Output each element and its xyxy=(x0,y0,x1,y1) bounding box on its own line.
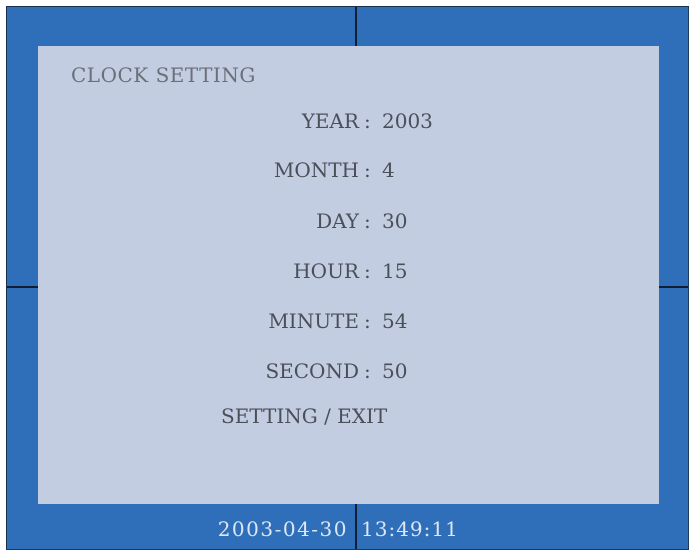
menu-row-second[interactable]: SECOND : 50 xyxy=(38,359,659,389)
menu-row-minute[interactable]: MINUTE : 54 xyxy=(38,309,659,339)
field-label-year: YEAR xyxy=(301,109,359,133)
field-label-minute: MINUTE xyxy=(268,309,359,333)
status-bar: 2003-04-30 13:49:11 xyxy=(7,517,688,547)
field-value-day[interactable]: 30 xyxy=(382,209,407,233)
field-separator: : xyxy=(364,259,371,283)
field-label-hour: HOUR xyxy=(293,259,359,283)
field-separator: : xyxy=(364,158,371,182)
field-value-second[interactable]: 50 xyxy=(382,359,407,383)
field-separator: : xyxy=(364,209,371,233)
menu-row-month[interactable]: MONTH : 4 xyxy=(38,158,659,188)
menu-title: CLOCK SETTING xyxy=(71,63,256,87)
clock-setting-menu: CLOCK SETTING YEAR : 2003 MONTH : 4 DAY … xyxy=(38,46,659,504)
field-separator: : xyxy=(364,359,371,383)
menu-row-hour[interactable]: HOUR : 15 xyxy=(38,259,659,289)
field-separator: : xyxy=(364,109,371,133)
status-time: 13:49:11 xyxy=(361,517,459,541)
monitor-screen: CLOCK SETTING YEAR : 2003 MONTH : 4 DAY … xyxy=(6,6,689,550)
field-value-minute[interactable]: 54 xyxy=(382,309,407,333)
field-value-year[interactable]: 2003 xyxy=(382,109,433,133)
setting-exit-option[interactable]: SETTING / EXIT xyxy=(221,404,387,428)
field-label-second: SECOND xyxy=(265,359,359,383)
status-date: 2003-04-30 xyxy=(217,517,348,541)
field-separator: : xyxy=(364,309,371,333)
menu-row-year[interactable]: YEAR : 2003 xyxy=(38,109,659,139)
field-value-hour[interactable]: 15 xyxy=(382,259,407,283)
field-value-month[interactable]: 4 xyxy=(382,158,395,182)
menu-row-day[interactable]: DAY : 30 xyxy=(38,209,659,239)
field-label-month: MONTH xyxy=(273,158,359,182)
field-label-day: DAY xyxy=(316,209,359,233)
